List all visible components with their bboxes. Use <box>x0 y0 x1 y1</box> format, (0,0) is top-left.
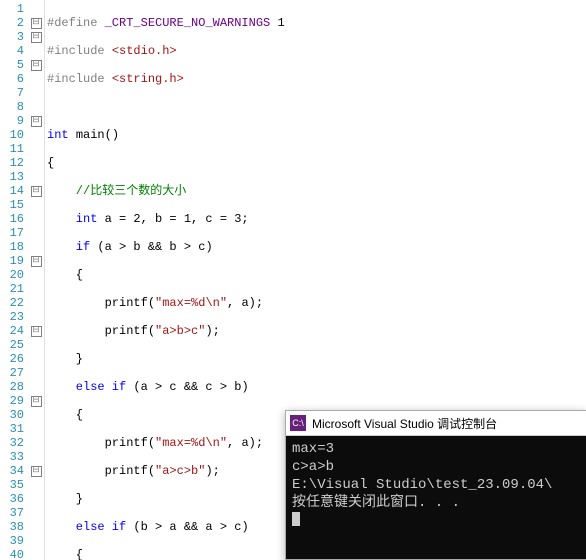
line-number: 24 <box>0 324 24 338</box>
line-number: 5 <box>0 58 24 72</box>
cursor-icon <box>292 512 300 526</box>
line-number: 27 <box>0 366 24 380</box>
console-titlebar[interactable]: C:\ Microsoft Visual Studio 调试控制台 <box>286 411 586 436</box>
line-number: 23 <box>0 310 24 324</box>
console-title-text: Microsoft Visual Studio 调试控制台 <box>312 415 497 432</box>
fold-toggle-icon[interactable]: ⊟ <box>31 326 42 337</box>
line-number: 17 <box>0 226 24 240</box>
line-number: 39 <box>0 534 24 548</box>
line-number: 15 <box>0 198 24 212</box>
line-number: 37 <box>0 506 24 520</box>
line-number: 30 <box>0 408 24 422</box>
line-number: 40 <box>0 548 24 560</box>
line-number: 4 <box>0 44 24 58</box>
line-number: 9 <box>0 114 24 128</box>
line-number: 36 <box>0 492 24 506</box>
line-number: 34 <box>0 464 24 478</box>
line-number: 35 <box>0 478 24 492</box>
fold-toggle-icon[interactable]: ⊟ <box>31 186 42 197</box>
fold-toggle-icon[interactable]: ⊟ <box>31 32 42 43</box>
line-number: 6 <box>0 72 24 86</box>
line-number: 21 <box>0 282 24 296</box>
line-number: 2 <box>0 16 24 30</box>
line-number: 8 <box>0 100 24 114</box>
line-number-gutter: 1 2 3 4 5 6 7 8 9 10 11 12 13 14 15 16 1… <box>0 0 28 560</box>
line-number: 11 <box>0 142 24 156</box>
line-number: 3 <box>0 30 24 44</box>
line-number: 31 <box>0 422 24 436</box>
fold-toggle-icon[interactable]: ⊟ <box>31 396 42 407</box>
line-number: 16 <box>0 212 24 226</box>
line-number: 33 <box>0 450 24 464</box>
fold-gutter: ⊟ ⊟ ⊟ ⊟ ⊟ ⊟ ⊟ ⊟ ⊟ <box>28 0 44 560</box>
line-number: 32 <box>0 436 24 450</box>
line-number: 12 <box>0 156 24 170</box>
fold-toggle-icon[interactable]: ⊟ <box>31 60 42 71</box>
line-number: 10 <box>0 128 24 142</box>
line-number: 25 <box>0 338 24 352</box>
line-number: 18 <box>0 240 24 254</box>
line-number: 28 <box>0 380 24 394</box>
fold-toggle-icon[interactable]: ⊟ <box>31 116 42 127</box>
line-number: 38 <box>0 520 24 534</box>
console-icon: C:\ <box>290 415 306 431</box>
line-number: 1 <box>0 2 24 16</box>
line-number: 29 <box>0 394 24 408</box>
line-number: 14 <box>0 184 24 198</box>
fold-toggle-icon[interactable]: ⊟ <box>31 18 42 29</box>
line-number: 20 <box>0 268 24 282</box>
fold-toggle-icon[interactable]: ⊟ <box>31 256 42 267</box>
line-number: 19 <box>0 254 24 268</box>
fold-toggle-icon[interactable]: ⊟ <box>31 466 42 477</box>
console-output[interactable]: max=3 c>a>b E:\Visual Studio\test_23.09.… <box>286 436 586 536</box>
debug-console-window[interactable]: C:\ Microsoft Visual Studio 调试控制台 max=3 … <box>285 410 586 560</box>
line-number: 7 <box>0 86 24 100</box>
line-number: 13 <box>0 170 24 184</box>
line-number: 22 <box>0 296 24 310</box>
line-number: 26 <box>0 352 24 366</box>
